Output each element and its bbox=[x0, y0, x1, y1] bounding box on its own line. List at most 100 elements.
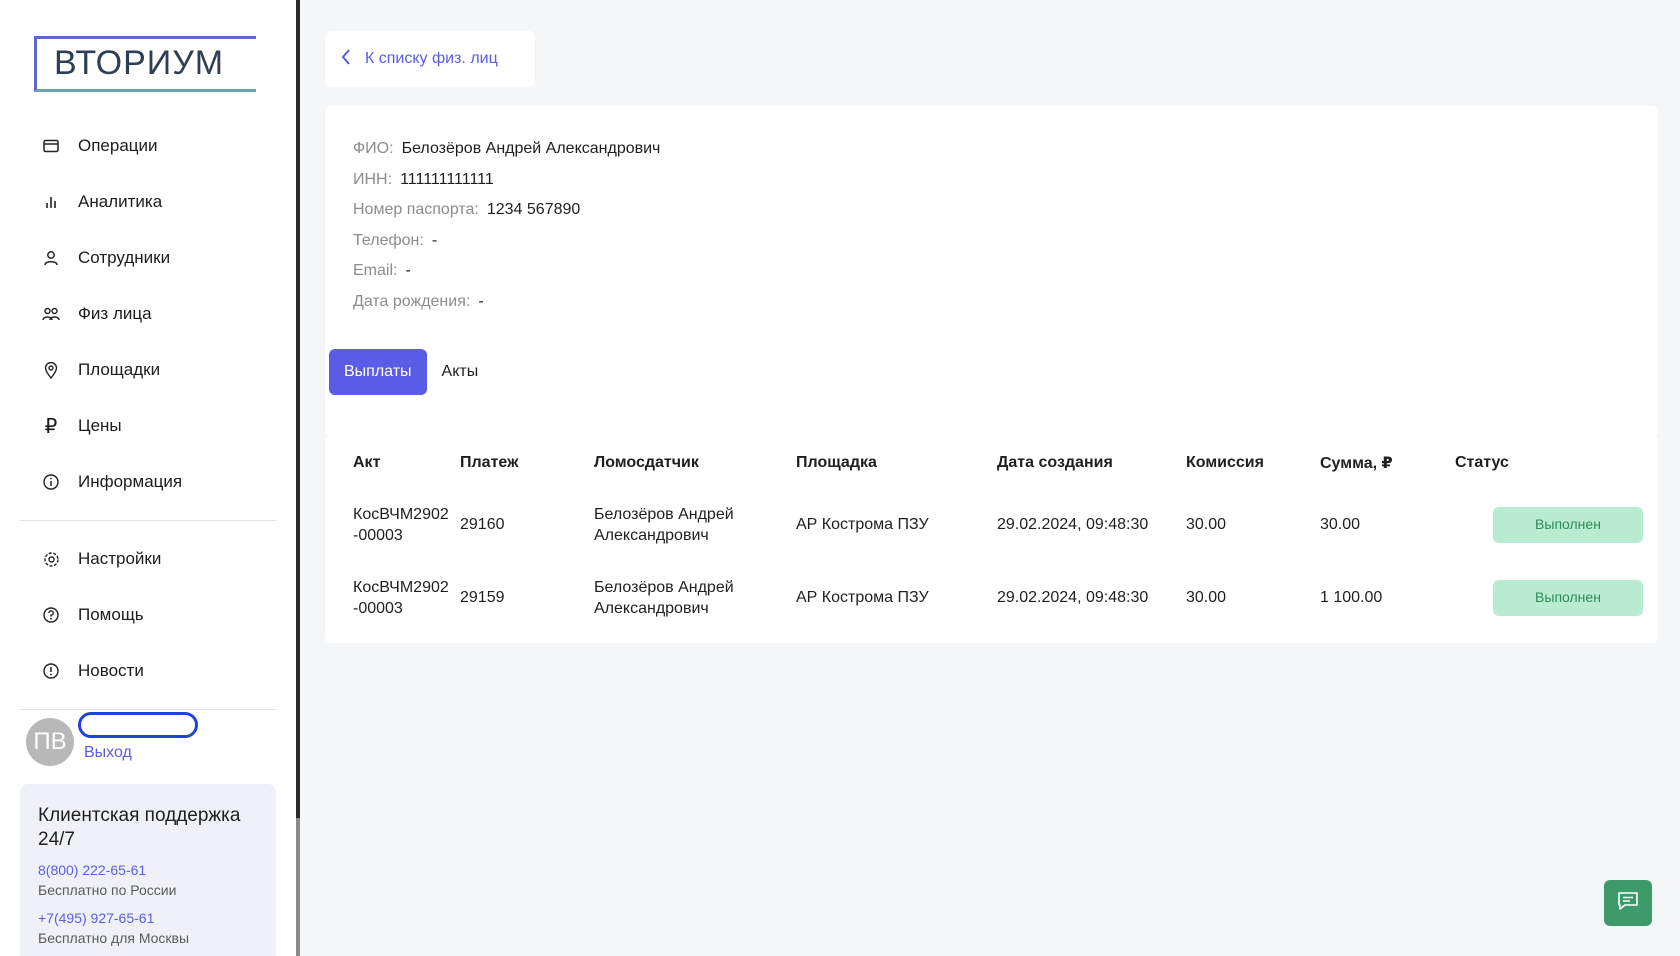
table-row[interactable]: КосВЧМ2902 -00003 29160 Белозёров Андрей А… bbox=[353, 488, 1643, 561]
info-row-inn: ИНН: 111111111111 bbox=[353, 165, 660, 196]
cell-site: АР Кострома ПЗУ bbox=[796, 516, 929, 533]
column-header: Дата создания bbox=[997, 454, 1113, 471]
cell-amount: 1 100.00 bbox=[1320, 589, 1383, 606]
info-value: - bbox=[431, 231, 438, 249]
act-number-line1: КосВЧМ2902 bbox=[353, 505, 449, 523]
info-label: Телефон: bbox=[353, 231, 424, 249]
supplier-line2: Александрович bbox=[594, 526, 709, 544]
sidebar-item-settings[interactable]: Настройки bbox=[20, 531, 276, 587]
support-note-moscow: Бесплатно для Москвы bbox=[38, 930, 190, 946]
location-pin-icon bbox=[42, 361, 60, 379]
act-number-line2: -00003 bbox=[353, 526, 403, 544]
support-phone-russia[interactable]: 8(800) 222-65-61 bbox=[38, 862, 258, 878]
logout-link[interactable]: Выход bbox=[84, 744, 132, 762]
info-value: 111111111111 bbox=[400, 170, 494, 188]
sidebar-item-information[interactable]: Информация bbox=[20, 454, 276, 510]
sidebar-scrollbar[interactable] bbox=[296, 0, 300, 956]
cell-created: 29.02.2024, 09:48:30 bbox=[997, 516, 1149, 533]
sidebar-item-sites[interactable]: Площадки bbox=[20, 342, 276, 398]
table-header-row: Акт Платеж Ломосдатчик Площадка Дата соз… bbox=[353, 438, 1643, 488]
support-card: Клиентская поддержка 24/7 8(800) 222-65-… bbox=[20, 784, 276, 956]
logo[interactable]: ВТОРИУМ bbox=[20, 34, 270, 94]
column-header: Ломосдатчик bbox=[594, 454, 699, 471]
info-value: - bbox=[478, 292, 484, 310]
sidebar-item-label: Сотрудники bbox=[78, 248, 171, 267]
act-number-line2: -00003 bbox=[353, 599, 403, 617]
card-icon bbox=[42, 137, 60, 155]
logo-text: ВТОРИУМ bbox=[54, 44, 225, 82]
alert-icon bbox=[42, 662, 60, 680]
chat-icon bbox=[1617, 891, 1639, 916]
sidebar-item-help[interactable]: Помощь bbox=[20, 587, 276, 643]
info-value: - bbox=[405, 262, 411, 279]
sidebar-item-label: Аналитика bbox=[78, 192, 163, 211]
act-number-line1: КосВЧМ2902 bbox=[353, 578, 449, 596]
sidebar-item-label: Цены bbox=[78, 416, 122, 435]
column-header: Статус bbox=[1455, 454, 1509, 471]
sidebar-item-prices[interactable]: ₽ Цены bbox=[20, 398, 276, 454]
sidebar-item-label: Новости bbox=[78, 661, 144, 680]
column-header: Акт bbox=[353, 454, 381, 471]
sidebar-item-news[interactable]: Новости bbox=[20, 643, 276, 699]
info-value: 1234 567890 bbox=[486, 201, 581, 218]
info-row-email: Email: - bbox=[353, 256, 660, 287]
users-icon bbox=[42, 305, 60, 323]
payments-table: Акт Платеж Ломосдатчик Площадка Дата соз… bbox=[353, 438, 1643, 634]
info-row-passport: Номер паспорта: 1234 567890 bbox=[353, 195, 660, 226]
support-note-russia: Бесплатно по России bbox=[38, 882, 177, 898]
info-label: Email: bbox=[353, 262, 398, 279]
chevron-left-icon bbox=[341, 48, 351, 71]
tab-acts[interactable]: Акты bbox=[427, 349, 494, 395]
tab-payments[interactable]: Выплаты bbox=[329, 349, 427, 395]
cell-supplier: Белозёров Андрей Александрович bbox=[594, 561, 796, 634]
cell-act: КосВЧМ2902 -00003 bbox=[353, 561, 460, 634]
ruble-icon: ₽ bbox=[44, 415, 58, 438]
user-block: ПВ Выход bbox=[26, 712, 286, 768]
sidebar-item-operations[interactable]: Операции bbox=[20, 118, 276, 174]
cell-created: 29.02.2024, 09:48:30 bbox=[997, 589, 1149, 606]
avatar[interactable]: ПВ bbox=[26, 718, 74, 766]
cell-payment: 29160 bbox=[460, 516, 505, 533]
status-badge: Выполнен bbox=[1493, 506, 1643, 543]
support-phone-moscow[interactable]: +7(495) 927-65-61 bbox=[38, 910, 258, 926]
info-label: ФИО: bbox=[353, 140, 394, 157]
payments-table-card: Акт Платеж Ломосдатчик Площадка Дата соз… bbox=[325, 438, 1658, 643]
nav-divider bbox=[20, 709, 276, 710]
cell-act: КосВЧМ2902 -00003 bbox=[353, 488, 460, 561]
cell-commission: 30.00 bbox=[1186, 589, 1227, 606]
cell-status: Выполнен bbox=[1455, 561, 1643, 634]
sidebar-item-label: Площадки bbox=[78, 360, 161, 379]
info-icon bbox=[42, 473, 60, 491]
cell-supplier: Белозёров Андрей Александрович bbox=[594, 488, 796, 561]
sidebar-item-label: Физ лица bbox=[78, 304, 152, 323]
cell-payment: 29159 bbox=[460, 589, 505, 606]
user-icon bbox=[42, 249, 60, 267]
cell-status: Выполнен bbox=[1455, 488, 1643, 561]
supplier-line1: Белозёров Андрей bbox=[594, 578, 734, 596]
cell-site: АР Кострома ПЗУ bbox=[796, 589, 929, 606]
back-to-list-button[interactable]: К списку физ. лиц bbox=[325, 31, 535, 87]
info-row-phone: Телефон: - bbox=[353, 226, 660, 257]
back-to-list-label: К списку физ. лиц bbox=[365, 50, 498, 67]
sidebar-item-analytics[interactable]: Аналитика bbox=[20, 174, 276, 230]
nav-divider bbox=[20, 520, 276, 521]
sidebar-item-label: Операции bbox=[78, 136, 158, 155]
info-label: Дата рождения: bbox=[353, 292, 471, 310]
sidebar: ВТОРИУМ Операции Аналитика Сотрудники Фи… bbox=[0, 0, 296, 956]
column-header: Площадка bbox=[796, 454, 877, 471]
column-header: Платеж bbox=[460, 454, 519, 471]
info-value: Белозёров Андрей Александрович bbox=[401, 140, 661, 157]
gear-icon bbox=[42, 550, 60, 568]
sidebar-item-label: Настройки bbox=[78, 549, 162, 568]
table-row[interactable]: КосВЧМ2902 -00003 29159 Белозёров Андрей А… bbox=[353, 561, 1643, 634]
help-icon bbox=[42, 606, 60, 624]
scrollbar-thumb[interactable] bbox=[296, 818, 300, 956]
sidebar-item-employees[interactable]: Сотрудники bbox=[20, 230, 276, 286]
cell-commission: 30.00 bbox=[1186, 516, 1227, 533]
info-row-fio: ФИО: Белозёров Андрей Александрович bbox=[353, 134, 660, 165]
sidebar-item-label: Информация bbox=[78, 472, 183, 491]
chat-button[interactable] bbox=[1604, 880, 1652, 926]
column-header: Сумма, ₽ bbox=[1320, 455, 1393, 472]
sidebar-item-label: Помощь bbox=[78, 605, 144, 624]
sidebar-item-individuals[interactable]: Физ лица bbox=[20, 286, 276, 342]
